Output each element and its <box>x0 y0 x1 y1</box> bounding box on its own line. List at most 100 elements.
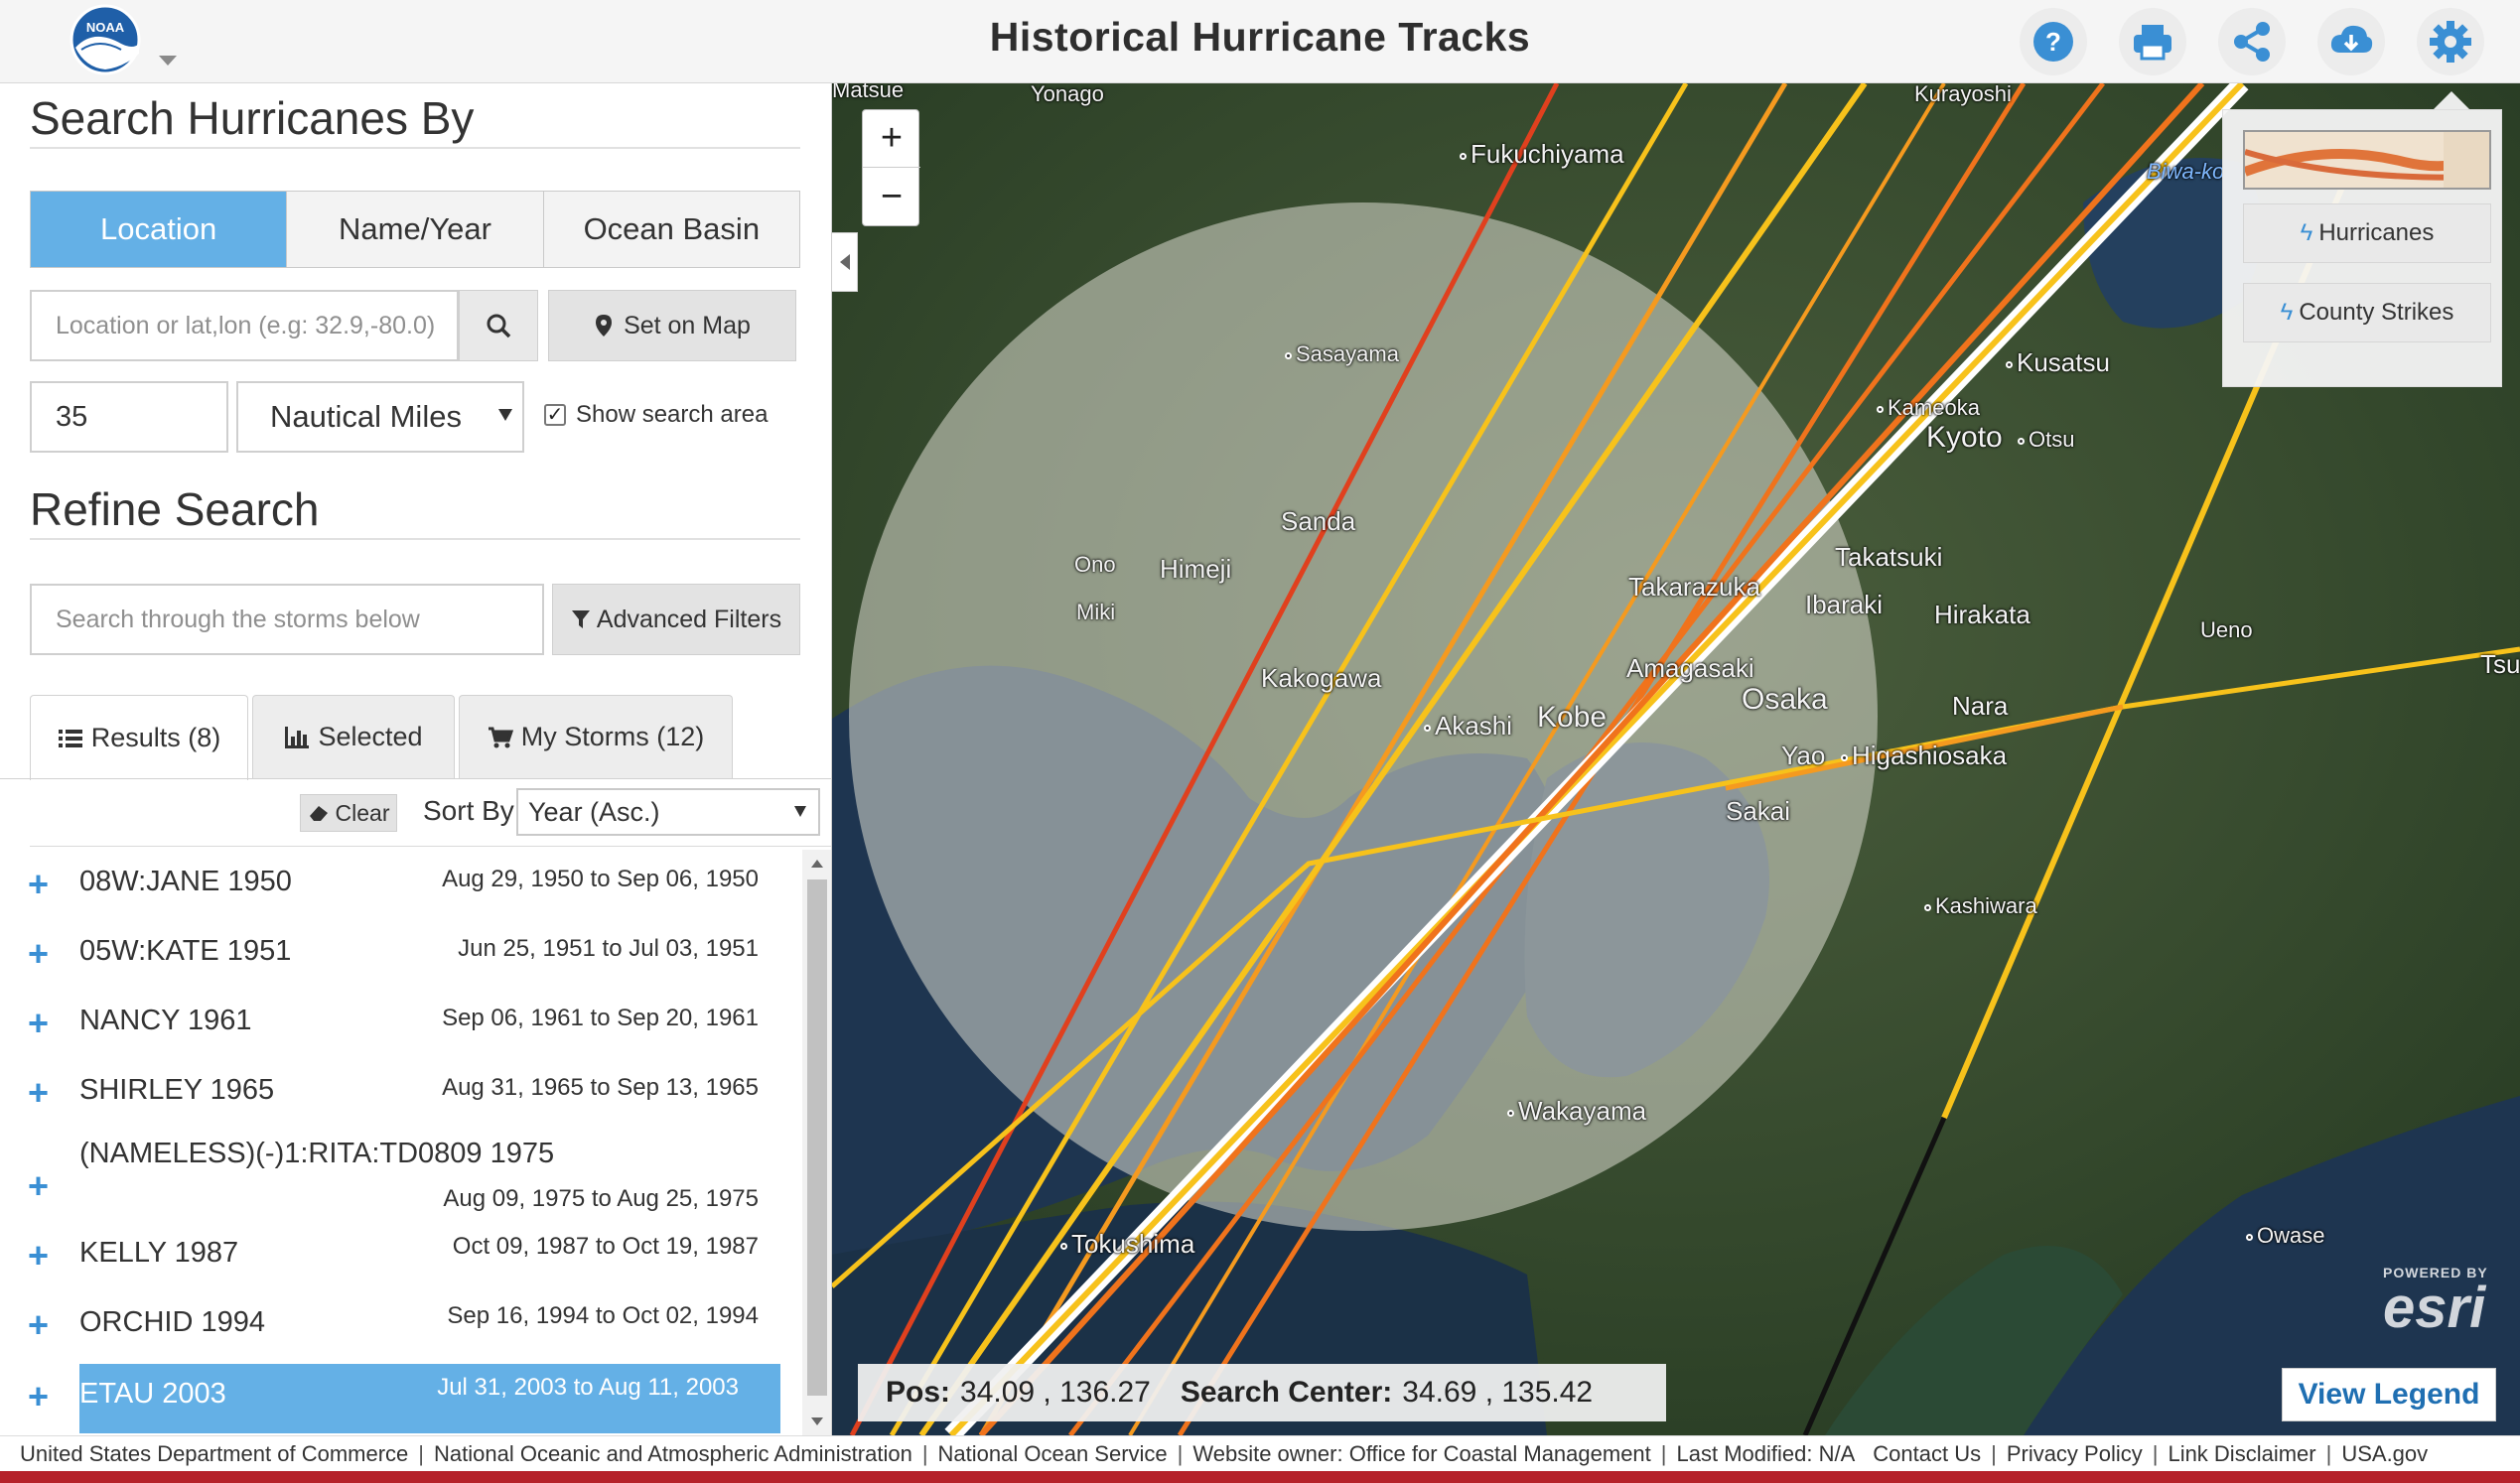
storm-name: (NAMELESS)(-)1:RITA:TD0809 1975 <box>79 1138 555 1169</box>
zoom-out-button[interactable]: − <box>863 168 920 225</box>
collapse-panel-button[interactable] <box>832 232 858 292</box>
advanced-filters-button[interactable]: Advanced Filters <box>552 584 800 655</box>
city-label: Kobe <box>1537 701 1608 734</box>
map-marker-icon <box>596 315 613 337</box>
settings-button[interactable] <box>2417 8 2484 75</box>
footer-text: Website owner: Office for Coastal Manage… <box>1192 1440 1651 1466</box>
radius-unit-select[interactable]: Nautical Miles <box>236 381 524 453</box>
add-storm-icon[interactable]: + <box>28 1072 49 1114</box>
radius-input[interactable]: 35 <box>30 381 228 453</box>
hurricanes-layer-button[interactable]: ϟ Hurricanes <box>2243 203 2491 263</box>
clear-button[interactable]: Clear <box>300 794 397 832</box>
search-panel: Search Hurricanes By Location Name/Year … <box>0 83 832 1435</box>
storm-dates: Aug 29, 1950 to Sep 06, 1950 <box>442 866 759 892</box>
checkbox-checked-icon[interactable]: ✓ <box>544 404 566 426</box>
storm-dates: Aug 09, 1975 to Aug 25, 1975 <box>443 1185 759 1212</box>
svg-text:?: ? <box>2045 27 2061 57</box>
zoom-in-button[interactable]: + <box>863 110 920 168</box>
city-label: Tokushima <box>1060 1229 1194 1260</box>
scroll-thumb[interactable] <box>807 879 827 1396</box>
storm-item-selected[interactable]: + ETAU 2003 Jul 31, 2003 to Aug 11, 2003 <box>0 1364 800 1435</box>
city-label: Tsu <box>2480 649 2520 679</box>
add-storm-icon[interactable]: + <box>28 1304 49 1346</box>
map-view[interactable]: Fukuchiyama Kurayoshi Yonago Matsue Sasa… <box>832 83 2520 1435</box>
site-footer: United States Department of Commerce | Na… <box>0 1435 2520 1471</box>
set-on-map-button[interactable]: Set on Map <box>548 290 796 361</box>
tab-results[interactable]: Results (8) <box>30 695 248 780</box>
city-label: Yao <box>1781 741 1826 770</box>
cart-icon <box>488 727 513 747</box>
county-strikes-layer-button[interactable]: ϟ County Strikes <box>2243 283 2491 342</box>
add-storm-icon[interactable]: + <box>28 933 49 975</box>
storm-item[interactable]: + ORCHID 1994 Sep 16, 1994 to Oct 02, 19… <box>0 1294 800 1364</box>
add-storm-icon[interactable]: + <box>28 1376 49 1417</box>
storm-name: KELLY 1987 <box>79 1237 239 1269</box>
location-search-button[interactable] <box>459 290 538 361</box>
tab-selected[interactable]: Selected <box>252 695 455 778</box>
storm-filter-input[interactable]: Search through the storms below <box>30 584 544 655</box>
footer-text: National Ocean Service <box>937 1440 1168 1466</box>
scroll-up-icon[interactable] <box>811 860 823 868</box>
city-label: Osaka <box>1742 683 1828 716</box>
divider <box>30 147 800 149</box>
city-label: Takatsuki <box>1835 542 1943 572</box>
storm-item[interactable]: + 08W:JANE 1950 Aug 29, 1950 to Sep 06, … <box>0 850 800 919</box>
storm-item[interactable]: + NANCY 1961 Sep 06, 1961 to Sep 20, 196… <box>0 989 800 1058</box>
view-legend-button[interactable]: View Legend <box>2282 1368 2496 1421</box>
search-center-value: 34.69 , 135.42 <box>1402 1376 1594 1409</box>
position-value: 34.09 , 136.27 <box>960 1376 1151 1409</box>
city-label: Kameoka <box>1877 395 1980 421</box>
radius-unit-value: Nautical Miles <box>270 399 462 434</box>
chevron-down-icon <box>498 409 512 421</box>
storm-name: ORCHID 1994 <box>79 1306 265 1338</box>
tab-location[interactable]: Location <box>31 192 288 267</box>
results-scrollbar[interactable] <box>802 850 831 1435</box>
storm-dates: Jul 31, 2003 to Aug 11, 2003 <box>437 1374 739 1401</box>
link-disclaimer-link[interactable]: Link Disclaimer <box>2168 1441 2315 1467</box>
privacy-policy-link[interactable]: Privacy Policy <box>2007 1441 2143 1467</box>
storm-item[interactable]: + SHIRLEY 1965 Aug 31, 1965 to Sep 13, 1… <box>0 1058 800 1128</box>
tab-selected-label: Selected <box>318 722 423 751</box>
tab-ocean-basin[interactable]: Ocean Basin <box>543 192 799 267</box>
tab-my-storms[interactable]: My Storms (12) <box>459 695 733 778</box>
share-button[interactable] <box>2218 8 2286 75</box>
print-button[interactable] <box>2119 8 2186 75</box>
divider <box>0 778 831 779</box>
sort-select[interactable]: Year (Asc.) <box>516 788 820 836</box>
storm-item[interactable]: + 05W:KATE 1951 Jun 25, 1951 to Jul 03, … <box>0 919 800 989</box>
add-storm-icon[interactable]: + <box>28 1235 49 1277</box>
footer-text: Last Modified: N/A <box>1676 1440 1856 1466</box>
storm-name: SHIRLEY 1965 <box>79 1074 275 1106</box>
sort-by-label: Sort By <box>423 795 514 826</box>
usa-gov-link[interactable]: USA.gov <box>2341 1441 2428 1467</box>
contact-us-link[interactable]: Contact Us <box>1873 1441 1981 1467</box>
location-input[interactable]: Location or lat,lon (e.g: 32.9,-80.0) <box>30 290 459 361</box>
storm-name: 05W:KATE 1951 <box>79 935 292 967</box>
chevron-down-icon <box>794 806 806 817</box>
storm-name: 08W:JANE 1950 <box>79 866 292 897</box>
tab-name-year[interactable]: Name/Year <box>287 192 544 267</box>
city-label: Sakai <box>1726 796 1791 826</box>
download-button[interactable] <box>2317 8 2385 75</box>
city-label: Kakogawa <box>1261 663 1382 693</box>
scroll-down-icon[interactable] <box>811 1417 823 1425</box>
help-button[interactable]: ? <box>2020 8 2087 75</box>
city-label: Akashi <box>1424 711 1512 742</box>
city-label: Miki <box>1076 600 1116 624</box>
show-search-area-label: Show search area <box>576 401 769 428</box>
city-label: Nara <box>1952 691 2009 721</box>
city-label: Owase <box>2246 1223 2324 1249</box>
city-label: Wakayama <box>1507 1096 1646 1127</box>
filter-icon <box>571 610 590 628</box>
add-storm-icon[interactable]: + <box>28 1165 49 1207</box>
add-storm-icon[interactable]: + <box>28 1003 49 1044</box>
city-label: Higashiosaka <box>1841 741 2007 771</box>
storm-item[interactable]: + (NAMELESS)(-)1:RITA:TD0809 1975 Aug 09… <box>0 1128 800 1225</box>
lake-label: Biwa-ko <box>2147 159 2225 184</box>
basemap-thumbnail[interactable] <box>2243 130 2491 190</box>
storm-item[interactable]: + KELLY 1987 Oct 09, 1987 to Oct 19, 198… <box>0 1225 800 1294</box>
add-storm-icon[interactable]: + <box>28 864 49 905</box>
show-search-area-toggle[interactable]: ✓ Show search area <box>544 401 768 429</box>
city-label: Takarazuka <box>1628 572 1760 602</box>
refine-search-title: Refine Search <box>30 483 320 535</box>
